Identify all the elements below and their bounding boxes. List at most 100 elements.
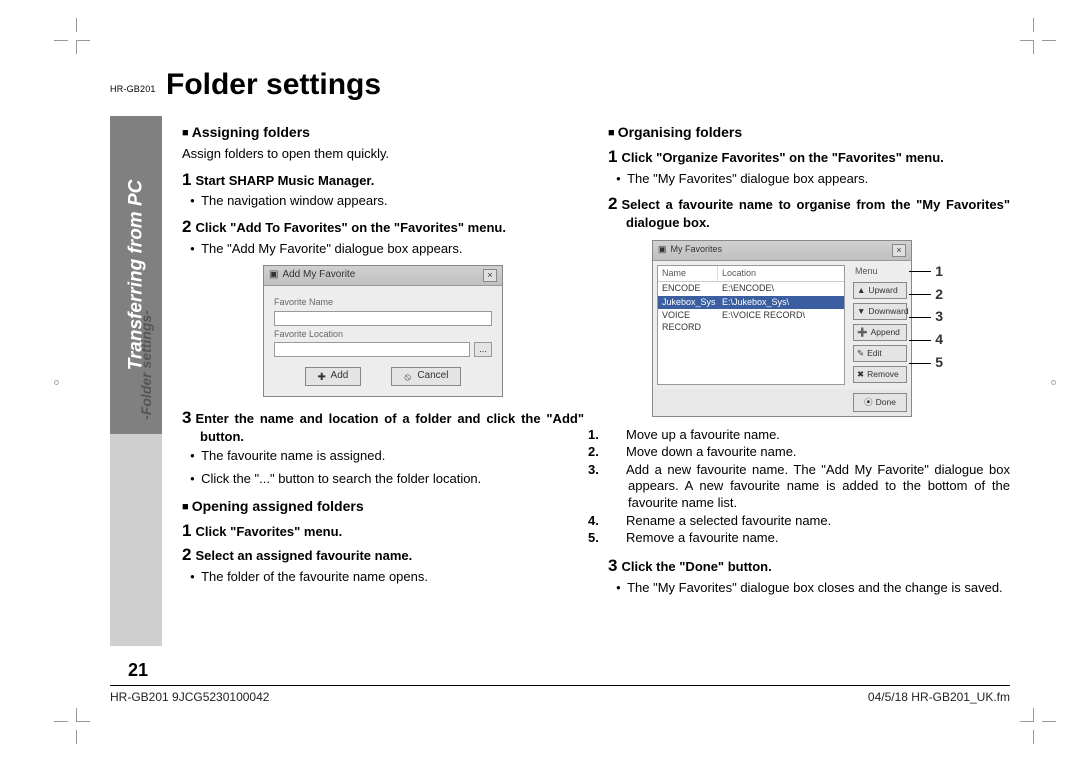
cell: Jukebox_Sys <box>658 296 718 310</box>
open-step-1-text: Click "Favorites" menu. <box>195 524 342 539</box>
step-2-text: Click "Add To Favorites" on the "Favorit… <box>195 220 505 235</box>
cancel-icon: ⦸ <box>404 372 413 381</box>
browse-button[interactable]: ... <box>474 342 492 357</box>
numbered-list: 1.Move up a favourite name. 2.Move down … <box>608 427 1010 547</box>
open-step-1: 1Click "Favorites" menu. <box>182 520 584 542</box>
my-favorites-dialog: ▣ My Favorites × NameLocation ENCODEE:\EN… <box>652 240 912 417</box>
callouts: 1 2 3 4 5 <box>909 263 943 373</box>
step-3-bullet-1: The favourite name is assigned. <box>182 448 584 465</box>
favorites-list[interactable]: NameLocation ENCODEE:\ENCODE\ Jukebox_Sy… <box>657 265 845 385</box>
dialog-title: Add My Favorite <box>282 269 355 282</box>
step-3-text: Enter the name and location of a folder … <box>195 411 584 444</box>
cell: E:\Jukebox_Sys\ <box>718 296 793 310</box>
btn-label: Remove <box>867 369 899 380</box>
assigning-intro: Assign folders to open them quickly. <box>182 146 584 163</box>
numlist-2: Move down a favourite name. <box>626 444 797 459</box>
add-favorite-dialog: ▣Add My Favorite × Favorite Name Favorit… <box>263 265 503 397</box>
btn-label: Downward <box>868 306 908 317</box>
cell: VOICE RECORD <box>658 309 718 334</box>
btn-label: Append <box>871 327 900 338</box>
close-icon[interactable]: × <box>892 244 906 257</box>
col-location: Location <box>718 266 760 282</box>
right-column: Organising folders 1Click "Organize Favo… <box>608 120 1010 662</box>
step-2-bullet: The "Add My Favorite" dialogue box appea… <box>182 241 584 258</box>
page-number: 21 <box>128 660 148 681</box>
remove-icon: ✖ <box>857 369 864 380</box>
add-button-label: Add <box>331 370 349 383</box>
close-icon[interactable]: × <box>483 269 497 282</box>
plus-icon: ➕ <box>857 327 868 338</box>
step-3-bullet-2: Click the "..." button to search the fol… <box>182 471 584 488</box>
step-1: 1Start SHARP Music Manager. <box>182 169 584 191</box>
menu-panel: Menu ▲Upward ▼Downward ➕Append ✎Edit ✖Re… <box>849 261 911 389</box>
downward-button[interactable]: ▼Downward <box>853 303 907 320</box>
page: HR-GB201 Folder settings Transferring fr… <box>110 60 1010 702</box>
content-columns: Assigning folders Assign folders to open… <box>182 120 1010 662</box>
append-button[interactable]: ➕Append <box>853 324 907 341</box>
numlist-3: Add a new favourite name. The "Add My Fa… <box>626 462 1010 510</box>
callout-3: 3 <box>935 308 943 326</box>
upward-button[interactable]: ▲Upward <box>853 282 907 299</box>
sidebar-sub: -Folder settings- <box>132 230 160 500</box>
left-column: Assigning folders Assign folders to open… <box>182 120 584 662</box>
list-row[interactable]: VOICE RECORDE:\VOICE RECORD\ <box>658 309 844 334</box>
callout-4: 4 <box>935 331 943 349</box>
list-row-selected[interactable]: Jukebox_SysE:\Jukebox_Sys\ <box>658 296 844 310</box>
btn-label: Edit <box>867 348 882 359</box>
add-button[interactable]: ✚ Add <box>305 367 362 386</box>
footer: HR-GB201 9JCG5230100042 04/5/18 HR-GB201… <box>110 685 1010 704</box>
favorite-location-input[interactable] <box>274 342 470 357</box>
done-icon: ⦿ <box>864 397 873 408</box>
page-title: Folder settings <box>166 68 381 102</box>
org-step-2-text: Select a favourite name to organise from… <box>621 197 1010 230</box>
step-1-bullet: The navigation window appears. <box>182 193 584 210</box>
numlist-5: Remove a favourite name. <box>626 530 778 545</box>
org-step-3-text: Click the "Done" button. <box>621 559 771 574</box>
numlist-1: Move up a favourite name. <box>626 427 780 442</box>
section-organising: Organising folders <box>608 124 1010 142</box>
callout-5: 5 <box>935 354 943 372</box>
step-2: 2Click "Add To Favorites" on the "Favori… <box>182 216 584 238</box>
down-icon: ▼ <box>857 306 865 317</box>
dialog2-title: My Favorites <box>671 244 723 256</box>
org-step-1-text: Click "Organize Favorites" on the "Favor… <box>621 150 943 165</box>
section-assigning: Assigning folders <box>182 124 584 142</box>
org-step-3-bullet: The "My Favorites" dialogue box closes a… <box>608 580 1010 597</box>
open-step-2-text: Select an assigned favourite name. <box>195 548 412 563</box>
edit-icon: ✎ <box>857 348 864 359</box>
favorite-name-input[interactable] <box>274 311 492 326</box>
open-step-2-bullet: The folder of the favourite name opens. <box>182 569 584 586</box>
sidebar-sub-text: -Folder settings- <box>138 310 154 420</box>
footer-left: HR-GB201 9JCG5230100042 <box>110 690 269 704</box>
up-icon: ▲ <box>857 285 865 296</box>
folder-icon: ▣ <box>269 269 278 282</box>
callout-2: 2 <box>935 286 943 304</box>
dialog-titlebar: ▣ Add My Favorite × <box>264 266 502 286</box>
cell: ENCODE <box>658 282 718 296</box>
model-code: HR-GB201 <box>110 84 156 94</box>
edit-button[interactable]: ✎Edit <box>853 345 907 362</box>
menu-header: Menu <box>853 265 907 279</box>
remove-button[interactable]: ✖Remove <box>853 366 907 383</box>
cell: E:\ENCODE\ <box>718 282 778 296</box>
footer-right: 04/5/18 HR-GB201_UK.fm <box>868 690 1010 704</box>
plus-icon: ✚ <box>318 372 327 381</box>
col-name: Name <box>658 266 718 282</box>
step-3: 3Enter the name and location of a folder… <box>182 407 584 445</box>
cancel-button[interactable]: ⦸ Cancel <box>391 367 461 386</box>
open-step-2: 2Select an assigned favourite name. <box>182 544 584 566</box>
folder-icon: ▣ <box>658 244 667 256</box>
cell: E:\VOICE RECORD\ <box>718 309 809 334</box>
list-row[interactable]: ENCODEE:\ENCODE\ <box>658 282 844 296</box>
org-step-2: 2Select a favourite name to organise fro… <box>608 193 1010 231</box>
cancel-button-label: Cancel <box>417 370 448 383</box>
done-button[interactable]: ⦿Done <box>853 393 907 412</box>
btn-label: Upward <box>868 285 897 296</box>
step-1-text: Start SHARP Music Manager. <box>195 173 374 188</box>
org-step-1-bullet: The "My Favorites" dialogue box appears. <box>608 171 1010 188</box>
org-step-3: 3Click the "Done" button. <box>608 555 1010 577</box>
favorite-name-label: Favorite Name <box>274 297 492 309</box>
numlist-4: Rename a selected favourite name. <box>626 513 831 528</box>
section-opening: Opening assigned folders <box>182 498 584 516</box>
org-step-1: 1Click "Organize Favorites" on the "Favo… <box>608 146 1010 168</box>
